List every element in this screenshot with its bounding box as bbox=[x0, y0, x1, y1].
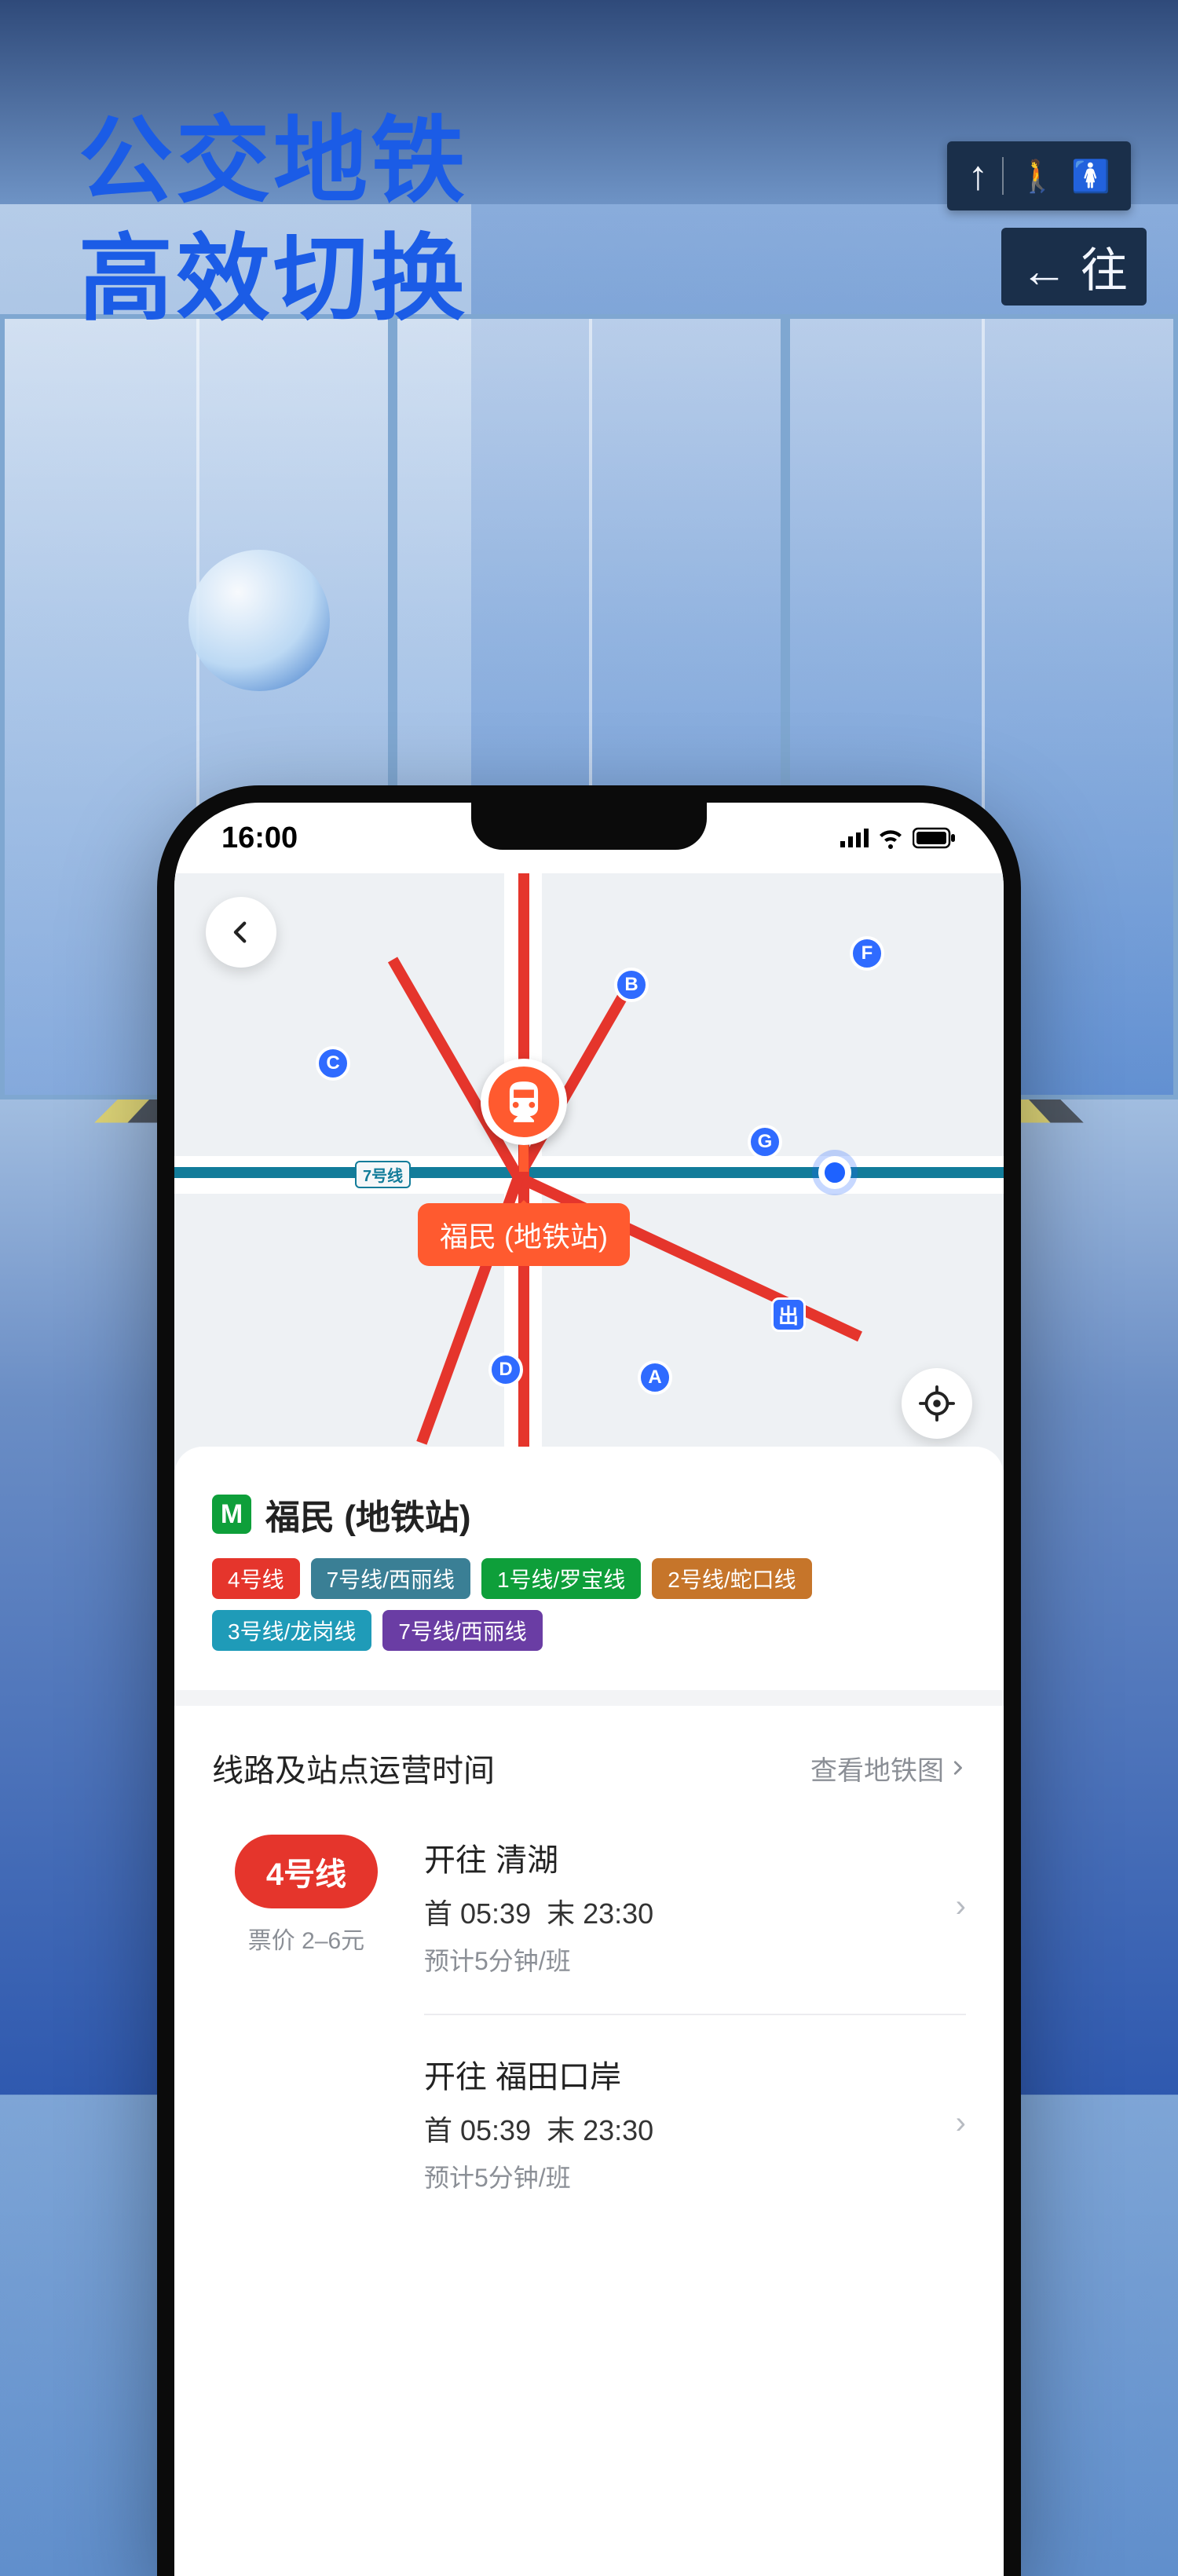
line-badge[interactable]: 7号线/西丽线 bbox=[382, 1610, 542, 1651]
section-divider bbox=[174, 1690, 1004, 1706]
map-view[interactable]: 7号线 C B F G D A 出 福民 (地铁站) bbox=[174, 873, 1004, 1470]
station-label-chip[interactable]: 福民 (地铁站) bbox=[418, 1203, 630, 1266]
bottom-sheet: M 福民 (地铁站) 4号线 7号线/西丽线 1号线/罗宝线 2号线/蛇口线 3号线/龙… bbox=[174, 1447, 1004, 2230]
view-subway-map-link[interactable]: 查看地铁图 bbox=[810, 1749, 966, 1787]
exit-d[interactable]: D bbox=[488, 1352, 523, 1387]
cellular-icon bbox=[840, 826, 869, 850]
battery-icon bbox=[913, 826, 957, 850]
schedule-row[interactable]: 4号线 票价 2–6元 开往 清湖 首 05:39 末 23:30 预计5分钟/… bbox=[212, 1798, 966, 2014]
status-time: 16:00 bbox=[221, 821, 298, 855]
exit-b[interactable]: B bbox=[614, 968, 649, 1002]
exit-f[interactable]: F bbox=[850, 936, 884, 971]
station-pin[interactable] bbox=[481, 1059, 567, 1172]
chevron-right-icon: › bbox=[948, 2106, 966, 2141]
exit-a[interactable]: A bbox=[638, 1360, 672, 1395]
line-badges: 4号线 7号线/西丽线 1号线/罗宝线 2号线/蛇口线 3号线/龙岗线 7号线/西丽线 bbox=[212, 1558, 966, 1651]
line-7-tag: 7号线 bbox=[355, 1161, 411, 1188]
notch bbox=[471, 803, 707, 850]
schedule-times: 首 05:39 末 23:30 bbox=[424, 1891, 948, 1932]
exit-chu[interactable]: 出 bbox=[771, 1297, 806, 1332]
exit-g[interactable]: G bbox=[748, 1125, 782, 1159]
exit-c[interactable]: C bbox=[316, 1046, 350, 1081]
line-pill: 4号线 bbox=[235, 1835, 378, 1908]
ceiling-sign: ↑ 🚶🚺 bbox=[947, 141, 1131, 210]
schedule-row[interactable]: 开往 福田口岸 首 05:39 末 23:30 预计5分钟/班 › bbox=[212, 2015, 966, 2230]
status-bar: 16:00 bbox=[174, 803, 1004, 873]
fare-text: 票价 2–6元 bbox=[248, 1921, 364, 1956]
metro-logo-icon: M bbox=[212, 1495, 251, 1534]
chevron-left-icon bbox=[228, 919, 254, 946]
line-badge[interactable]: 3号线/龙岗线 bbox=[212, 1610, 371, 1651]
line-badge[interactable]: 7号线/西丽线 bbox=[311, 1558, 470, 1599]
chevron-right-icon bbox=[949, 1759, 966, 1776]
chevron-right-icon: › bbox=[948, 1889, 966, 1924]
line-badge[interactable]: 1号线/罗宝线 bbox=[481, 1558, 641, 1599]
destination-label: 开往 福田口岸 bbox=[424, 2051, 948, 2097]
status-icons bbox=[840, 826, 957, 850]
current-location-dot bbox=[818, 1156, 851, 1189]
section-title: 线路及站点运营时间 bbox=[212, 1745, 495, 1791]
line-badge[interactable]: 4号线 bbox=[212, 1558, 300, 1599]
metro-pin-icon bbox=[499, 1078, 548, 1126]
locate-icon bbox=[919, 1385, 955, 1422]
locate-button[interactable] bbox=[902, 1368, 972, 1439]
line-badge[interactable]: 2号线/蛇口线 bbox=[652, 1558, 811, 1599]
headline-line2: 高效切换 bbox=[79, 220, 468, 338]
section-link-label: 查看地铁图 bbox=[810, 1749, 944, 1787]
sheet-station-name: 福民 (地铁站) bbox=[265, 1489, 471, 1539]
back-button[interactable] bbox=[206, 897, 276, 968]
frequency-text: 预计5分钟/班 bbox=[424, 2158, 948, 2194]
destination-label: 开往 清湖 bbox=[424, 1835, 948, 1880]
headline-line1: 公交地铁 bbox=[79, 102, 468, 220]
schedule-times: 首 05:39 末 23:30 bbox=[424, 2108, 948, 2149]
phone-mockup: 16:00 7号线 C B F G D A 出 福民 (地铁站) bbox=[157, 785, 1021, 2576]
marketing-headline: 公交地铁 高效切换 bbox=[79, 102, 468, 338]
direction-sign: ← 往 bbox=[1001, 228, 1147, 306]
frequency-text: 预计5分钟/班 bbox=[424, 1941, 948, 1978]
wifi-icon bbox=[878, 826, 903, 850]
